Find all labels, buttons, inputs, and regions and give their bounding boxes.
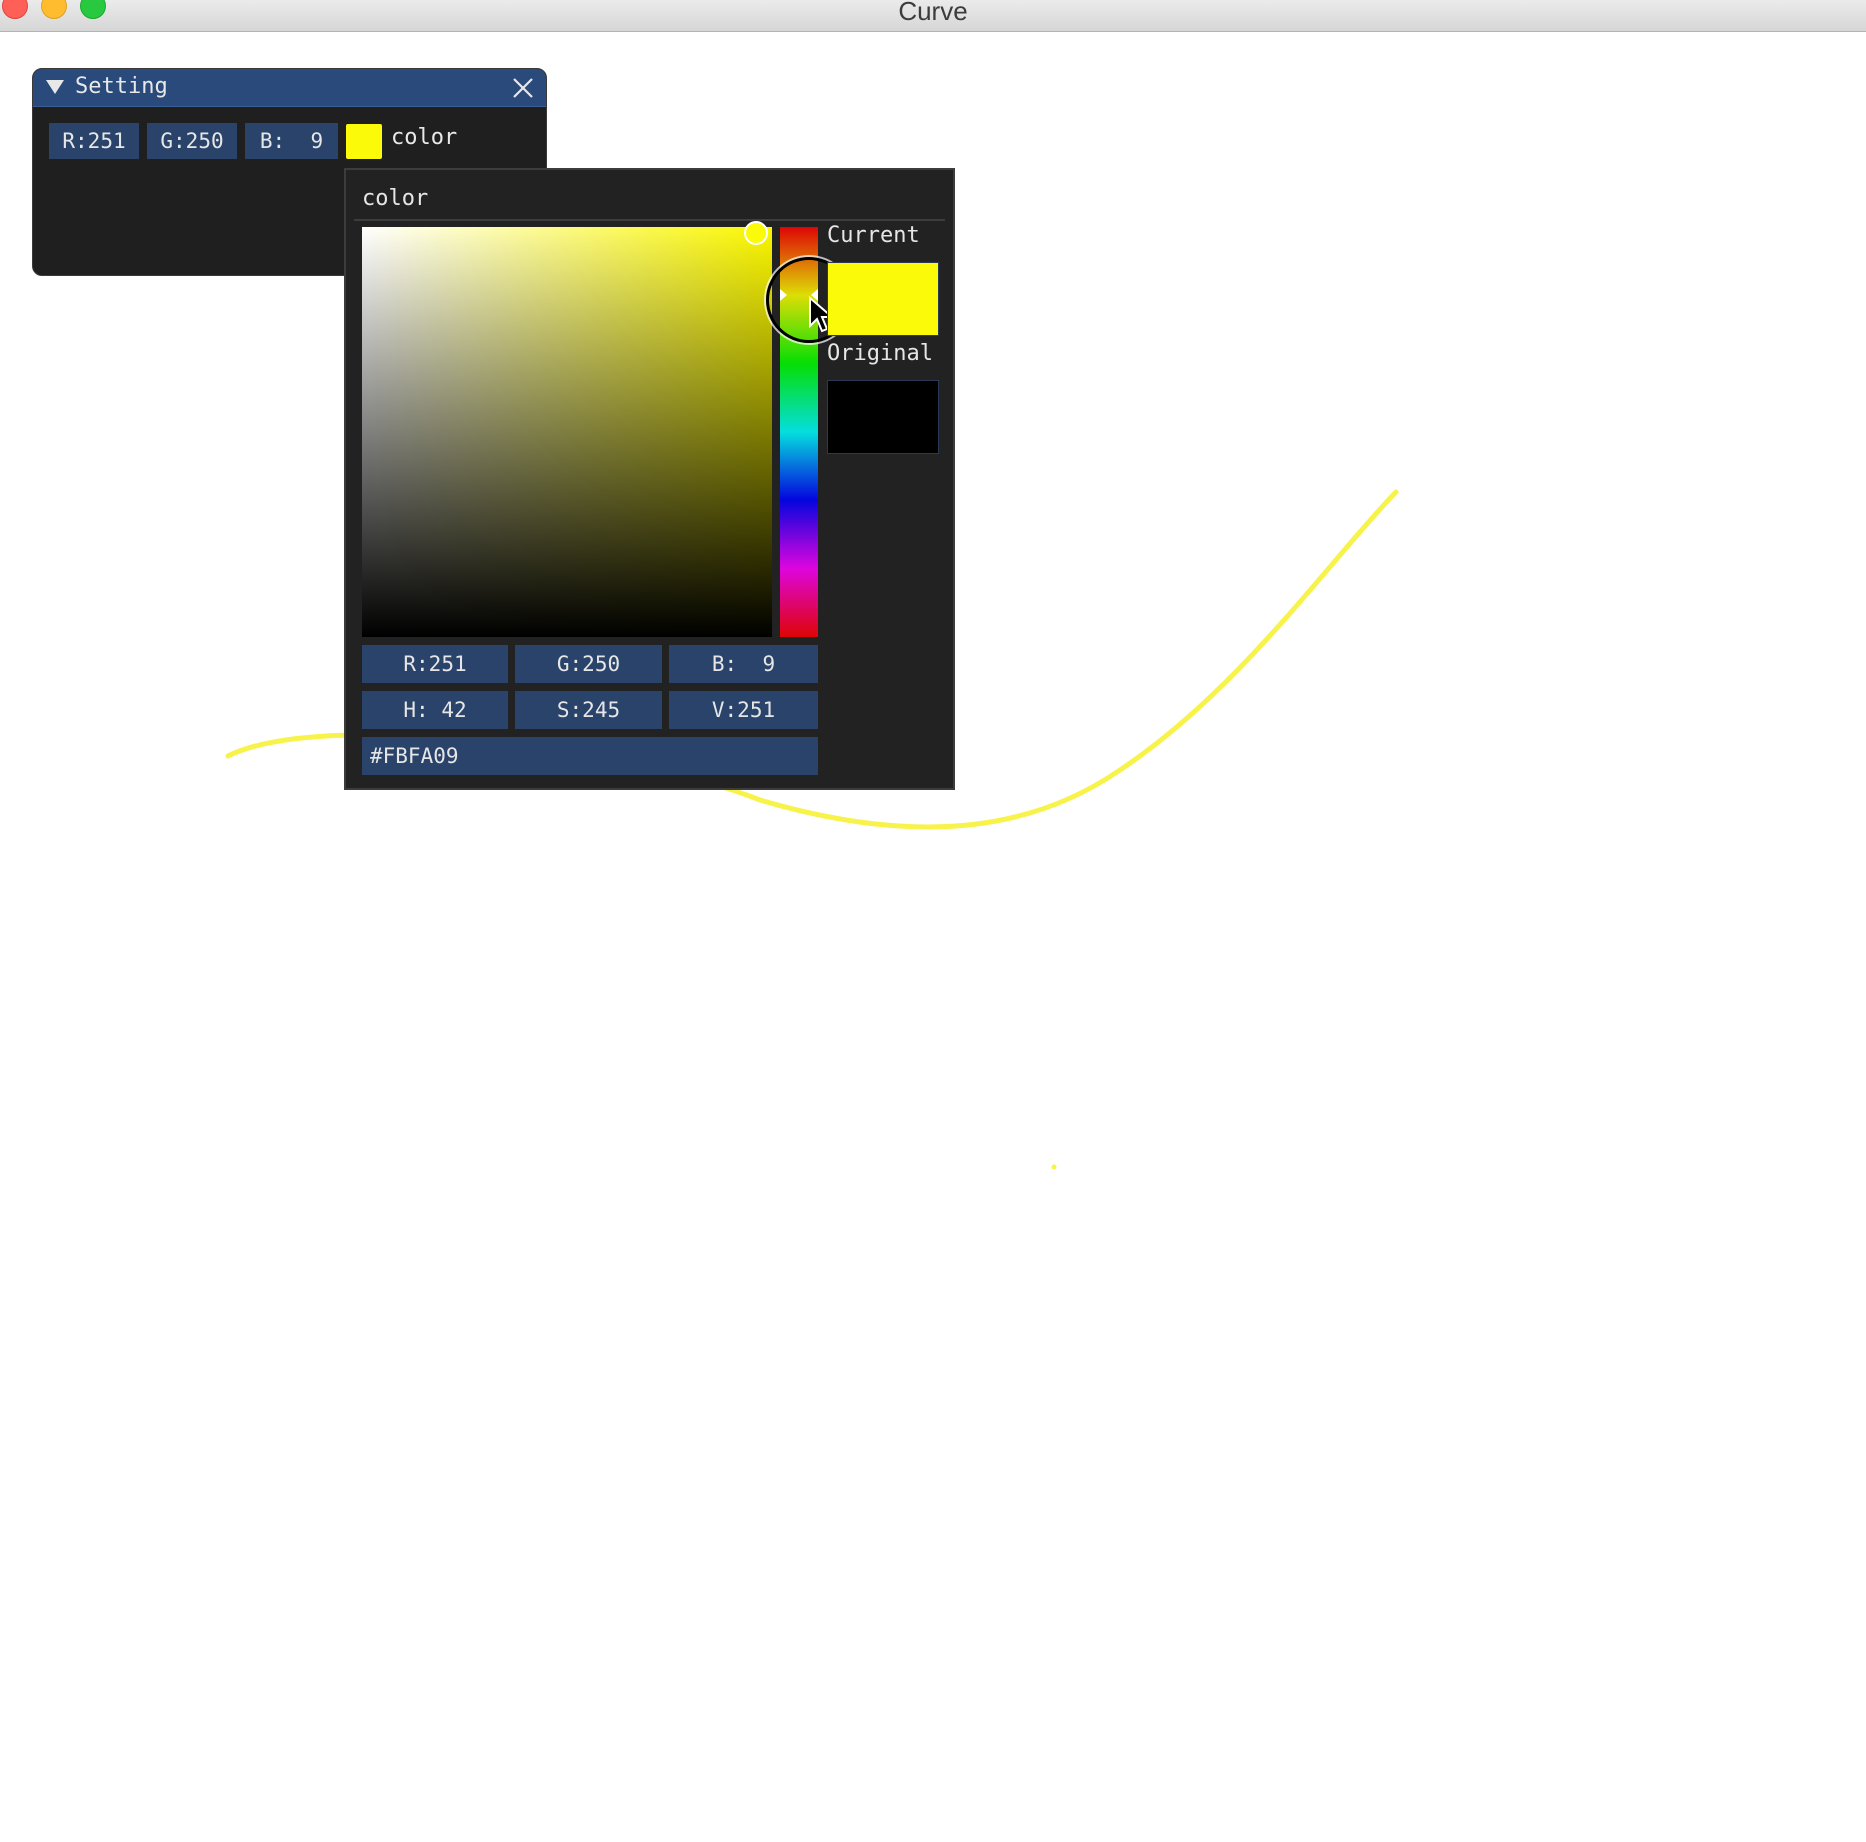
green-field[interactable]: G:250 (147, 123, 237, 159)
hex-input[interactable]: #FBFA09 (362, 737, 818, 775)
sv-picker-handle[interactable] (743, 221, 768, 246)
original-color-preview[interactable] (827, 380, 939, 454)
color-picker-popup: color Current Original R:251 G:250 B: 9 … (344, 168, 955, 790)
title-bar: Curve (0, 0, 1866, 32)
current-color-preview (827, 262, 939, 336)
curve-control-point[interactable] (1051, 1164, 1057, 1170)
close-icon[interactable] (512, 77, 534, 99)
window-title: Curve (898, 0, 968, 26)
picker-green-field[interactable]: G:250 (515, 645, 662, 683)
collapse-triangle-icon[interactable] (45, 78, 65, 96)
setting-title: Setting (75, 74, 168, 99)
color-swatch-button[interactable] (346, 124, 382, 159)
original-label: Original (827, 341, 933, 366)
current-label: Current (827, 223, 920, 248)
picker-red-field[interactable]: R:251 (362, 645, 508, 683)
color-label: color (391, 125, 458, 150)
picker-blue-field[interactable]: B: 9 (669, 645, 818, 683)
picker-title: color (362, 186, 429, 211)
red-field[interactable]: R:251 (49, 123, 139, 159)
divider (354, 219, 945, 221)
picker-hue-field[interactable]: H: 42 (362, 691, 508, 729)
saturation-value-square[interactable] (362, 221, 772, 637)
blue-field[interactable]: B: 9 (245, 123, 338, 159)
picker-saturation-field[interactable]: S:245 (515, 691, 662, 729)
setting-title-bar[interactable]: Setting (33, 69, 546, 107)
picker-value-field[interactable]: V:251 (669, 691, 818, 729)
